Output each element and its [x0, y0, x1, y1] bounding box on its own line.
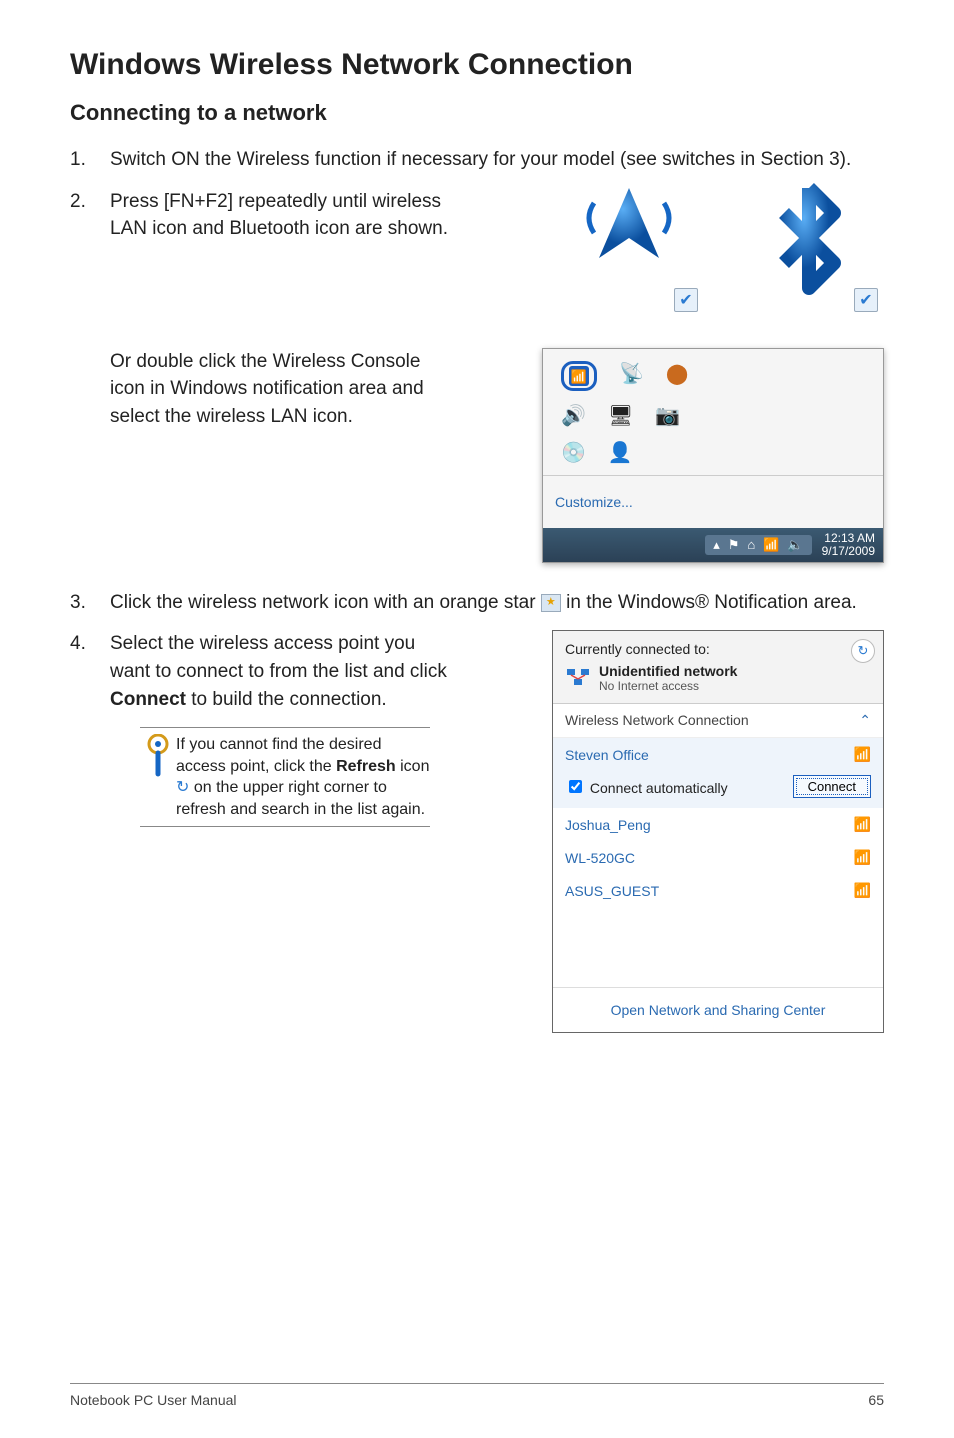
- wireless-section-label: Wireless Network Connection: [565, 712, 749, 729]
- chevron-up-icon[interactable]: ▴: [713, 537, 720, 553]
- auto-connect-checkbox[interactable]: [569, 780, 582, 793]
- network-name: WL-520GC: [565, 850, 635, 866]
- speaker-icon[interactable]: 🔈: [787, 537, 803, 553]
- refresh-button[interactable]: ↻: [851, 639, 875, 663]
- network-name: Joshua_Peng: [565, 817, 651, 833]
- page-heading: Windows Wireless Network Connection: [70, 48, 884, 82]
- check-icon: ✔: [674, 288, 698, 312]
- clock[interactable]: 12:13 AM 9/17/2009: [822, 532, 875, 558]
- step-text: Select the wireless access point you wan…: [110, 633, 447, 682]
- tray-icon[interactable]: 📷: [655, 403, 680, 428]
- network-name: Steven Office: [565, 747, 649, 763]
- page-subheading: Connecting to a network: [70, 100, 884, 126]
- monitor-icon[interactable]: 🖥: [608, 403, 633, 428]
- volume-icon[interactable]: 🔊: [561, 403, 586, 428]
- currently-connected-label: Currently connected to:: [565, 641, 871, 657]
- open-network-center-link[interactable]: Open Network and Sharing Center: [553, 987, 883, 1032]
- check-icon: ✔: [854, 288, 878, 312]
- step-text: to build the connection.: [191, 689, 386, 710]
- connect-button[interactable]: Connect: [793, 775, 871, 798]
- step-number: 2.: [70, 188, 110, 243]
- callout-text: on the upper right corner to refresh and…: [176, 779, 425, 818]
- wifi-network-item[interactable]: Steven Office 📶: [553, 738, 883, 771]
- bluetooth-big-icon: ✔: [734, 158, 884, 318]
- network-icon[interactable]: 📶: [763, 537, 779, 553]
- step-3: 3. Click the wireless network icon with …: [70, 589, 884, 617]
- taskbar: ▴ ⚑ ⌂ 📶 🔈 12:13 AM 9/17/2009: [543, 528, 883, 562]
- wifi-networks-panel: Currently connected to: Unidentified net…: [552, 630, 884, 1033]
- connect-word: Connect: [110, 689, 186, 710]
- network-name: ASUS_GUEST: [565, 883, 659, 899]
- step-4: 4. Select the wireless access point you …: [70, 630, 532, 713]
- disc-icon[interactable]: 💿: [561, 440, 586, 465]
- refresh-word: Refresh: [336, 758, 396, 775]
- wifi-network-item[interactable]: Joshua_Peng 📶: [553, 808, 883, 841]
- step-text: in the Windows® Notification area.: [566, 592, 857, 613]
- battery-icon[interactable]: ⌂: [747, 537, 755, 552]
- step-number: 4.: [70, 630, 110, 713]
- wireless-console-icon[interactable]: 📶: [561, 361, 597, 391]
- user-icon[interactable]: 👤: [608, 440, 633, 465]
- footer-left: Notebook PC User Manual: [70, 1392, 237, 1408]
- signal-icon: 📶: [854, 882, 871, 899]
- tip-callout: If you cannot find the desired access po…: [140, 727, 430, 827]
- customize-link[interactable]: Customize...: [549, 482, 877, 522]
- refresh-inline-icon: ↻: [176, 779, 189, 796]
- signal-icon: 📶: [854, 816, 871, 833]
- tip-icon: [140, 734, 176, 778]
- step-2: 2. Press [FN+F2] repeatedly until wirele…: [70, 188, 534, 243]
- chevron-up-icon[interactable]: ⌃: [859, 712, 871, 729]
- flag-icon[interactable]: ⚑: [728, 537, 740, 553]
- network-map-icon: [565, 667, 591, 690]
- step-text: Press [FN+F2] repeatedly until wireless …: [110, 188, 460, 243]
- connect-automatically-checkbox[interactable]: Connect automatically: [565, 777, 728, 796]
- callout-text: icon: [400, 758, 429, 775]
- tray-icon[interactable]: 📡: [619, 361, 644, 391]
- step-text: Or double click the Wireless Console ico…: [110, 348, 460, 431]
- auto-connect-label: Connect automatically: [590, 780, 728, 796]
- tray-icon[interactable]: ⬤: [666, 361, 688, 391]
- step-number: 3.: [70, 589, 110, 617]
- wlan-big-icon: ✔: [554, 158, 704, 318]
- wifi-network-item[interactable]: WL-520GC 📶: [553, 841, 883, 874]
- step-number: 1.: [70, 146, 110, 174]
- wifi-network-item[interactable]: ASUS_GUEST 📶: [553, 874, 883, 907]
- svg-text:📶: 📶: [571, 369, 587, 384]
- notification-tray-popup: 📶 📡 ⬤ 🔊 🖥 📷 💿 👤 Customize...: [542, 348, 884, 563]
- step-text: Click the wireless network icon with an …: [110, 592, 541, 613]
- wireless-star-icon: ★: [541, 594, 561, 612]
- page-number: 65: [868, 1392, 884, 1408]
- step-2b: Or double click the Wireless Console ico…: [70, 348, 522, 431]
- no-internet-label: No Internet access: [599, 679, 737, 693]
- unidentified-network-label: Unidentified network: [599, 663, 737, 679]
- signal-icon: 📶: [854, 849, 871, 866]
- signal-icon: 📶: [854, 746, 871, 763]
